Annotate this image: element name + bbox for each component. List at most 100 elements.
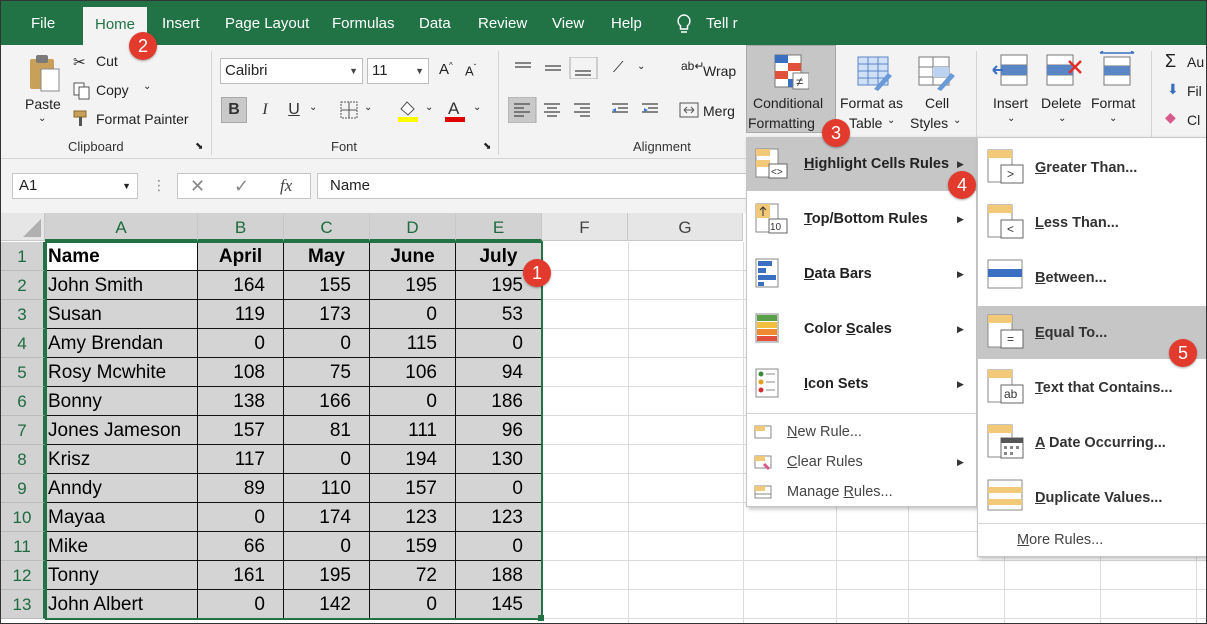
row-header[interactable]: 1 [1,242,45,271]
cell-styles-dropdown-icon[interactable]: ⌄ [953,115,961,126]
cell[interactable]: June [370,242,456,271]
format-as-table-label-1[interactable]: Format as [840,95,903,111]
cell[interactable]: 0 [456,532,542,561]
fill-handle[interactable] [538,615,544,621]
cell[interactable]: 0 [198,590,284,619]
cell[interactable]: 194 [370,445,456,474]
cell[interactable]: 66 [198,532,284,561]
cell[interactable]: 0 [284,532,370,561]
insert-function-button[interactable]: fx [280,176,292,196]
cell[interactable]: 75 [284,358,370,387]
row-header[interactable]: 10 [1,503,45,532]
font-color-dropdown-icon[interactable]: ⌄ [473,102,481,113]
orientation-icon[interactable]: ⟋ [613,59,624,76]
menu-item-date-occurring[interactable]: A Date Occurring... [978,416,1206,469]
merge-button[interactable]: Merg [703,103,735,119]
column-header[interactable]: D [370,213,456,241]
decrease-font-icon[interactable]: Aˇ [465,63,476,78]
cell[interactable]: 72 [370,561,456,590]
cell-styles-label-1[interactable]: Cell [925,95,949,111]
row-header[interactable]: 11 [1,532,45,561]
row-header[interactable]: 8 [1,445,45,474]
delete-cells-icon[interactable] [1045,53,1083,89]
cell[interactable]: Rosy Mcwhite [45,358,198,387]
cell[interactable]: John Albert [45,590,198,619]
cell[interactable]: 89 [198,474,284,503]
tell-me-search[interactable]: Tell r [706,1,738,45]
vertical-align-icons[interactable] [511,57,607,79]
cell[interactable]: 0 [456,329,542,358]
column-header[interactable]: F [542,213,628,241]
italic-button[interactable]: I [252,97,278,123]
row-header[interactable]: 13 [1,590,45,619]
increase-font-icon[interactable]: A^ [439,61,453,78]
menu-item-clear-rules[interactable]: Clear Rules ▶ [747,449,976,477]
orientation-dropdown-icon[interactable]: ⌄ [637,61,645,72]
menu-item-highlight-cells-rules[interactable]: <> Highlight Cells Rules ▶ [747,138,976,191]
row-header[interactable]: 6 [1,387,45,416]
cut-button[interactable]: Cut [96,53,118,69]
cell[interactable]: Amy Brendan [45,329,198,358]
column-header[interactable]: A [45,213,198,241]
cancel-icon[interactable]: ✕ [190,176,205,197]
wrap-text-icon[interactable]: ab↵ [681,59,704,73]
row-header[interactable]: 12 [1,561,45,590]
format-painter-button[interactable]: Format Painter [96,111,189,127]
cell[interactable]: 96 [456,416,542,445]
row-header[interactable]: 2 [1,271,45,300]
cell[interactable]: 155 [284,271,370,300]
autosum-icon[interactable]: Σ [1165,51,1176,72]
fill-button[interactable]: Fil [1187,83,1202,99]
cell[interactable]: 0 [284,445,370,474]
cell[interactable]: 115 [370,329,456,358]
tab-view[interactable]: View [552,1,584,45]
cell[interactable]: 145 [456,590,542,619]
row-header[interactable]: 3 [1,300,45,329]
cell[interactable]: 106 [370,358,456,387]
cell[interactable]: May [284,242,370,271]
font-launcher-icon[interactable]: ⬊ [483,141,491,152]
cell[interactable]: 123 [456,503,542,532]
cell[interactable]: 161 [198,561,284,590]
cell-styles-icon[interactable] [917,53,955,91]
menu-item-duplicate-values[interactable]: Duplicate Values... [978,471,1206,524]
bold-button[interactable]: B [221,97,247,123]
cell[interactable]: 0 [370,387,456,416]
row-header[interactable]: 7 [1,416,45,445]
insert-button[interactable]: Insert [993,95,1028,111]
tab-data[interactable]: Data [419,1,451,45]
tab-page-layout[interactable]: Page Layout [225,1,309,45]
underline-dropdown-icon[interactable]: ⌄ [309,102,317,113]
cell[interactable]: 195 [284,561,370,590]
lightbulb-icon[interactable] [675,13,693,35]
cell[interactable]: 157 [198,416,284,445]
cell[interactable]: Jones Jameson [45,416,198,445]
cell[interactable]: Name [45,242,198,271]
cell[interactable]: 53 [456,300,542,329]
cell[interactable]: Krisz [45,445,198,474]
copy-icon[interactable] [73,82,91,100]
format-painter-icon[interactable] [73,109,93,127]
column-header[interactable]: C [284,213,370,241]
cell[interactable]: 188 [456,561,542,590]
cell[interactable]: 142 [284,590,370,619]
autosum-button[interactable]: Au [1187,54,1204,70]
horizontal-align-icons[interactable] [508,97,668,123]
cell[interactable]: Susan [45,300,198,329]
cell[interactable]: 186 [456,387,542,416]
cell[interactable]: 166 [284,387,370,416]
paste-icon[interactable] [27,53,61,93]
cell[interactable]: 0 [198,503,284,532]
cell[interactable]: April [198,242,284,271]
cell[interactable]: John Smith [45,271,198,300]
delete-dropdown-icon[interactable]: ⌄ [1058,113,1066,124]
cell[interactable]: 119 [198,300,284,329]
clear-button[interactable]: Cl [1187,112,1200,128]
fill-color-dropdown-icon[interactable]: ⌄ [425,102,433,113]
menu-item-between[interactable]: Between... [978,251,1206,304]
cell[interactable]: 94 [456,358,542,387]
name-box[interactable]: A1 ▼ [12,173,138,199]
paste-dropdown-icon[interactable]: ⌄ [38,113,46,124]
cell[interactable]: Mayaa [45,503,198,532]
wrap-text-button[interactable]: Wrap [703,63,736,79]
